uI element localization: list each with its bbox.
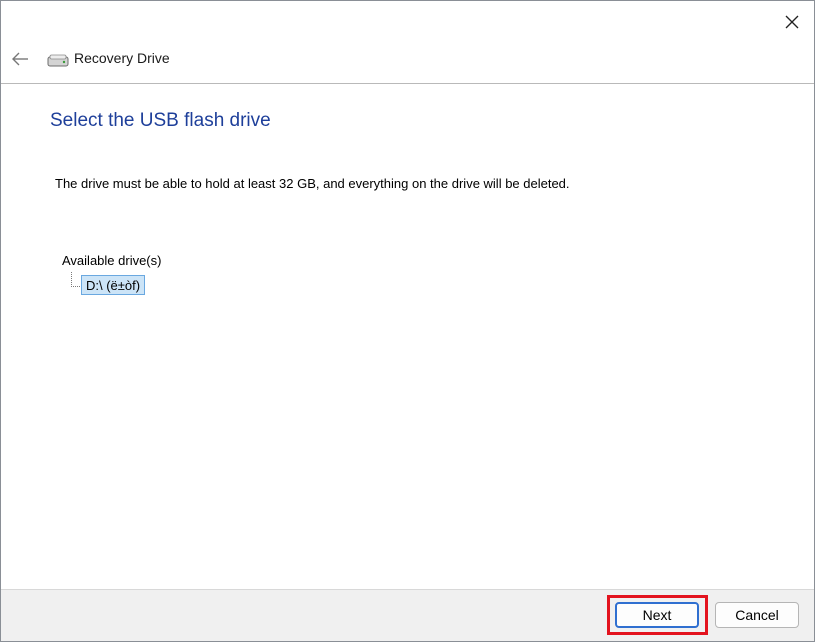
description-text: The drive must be able to hold at least …: [55, 176, 570, 191]
back-button[interactable]: [7, 46, 33, 72]
available-drives-label: Available drive(s): [62, 253, 162, 268]
title-bar: Recovery Drive: [1, 1, 814, 84]
window-title: Recovery Drive: [74, 50, 170, 66]
recovery-drive-window: Recovery Drive Select the USB flash driv…: [0, 0, 815, 642]
next-button[interactable]: Next: [615, 602, 699, 628]
back-arrow-icon: [12, 52, 28, 66]
close-icon: [785, 15, 799, 29]
cancel-button[interactable]: Cancel: [715, 602, 799, 628]
close-button[interactable]: [776, 7, 808, 37]
drive-item-d[interactable]: D:\ (ë±òf): [81, 275, 146, 295]
page-heading: Select the USB flash drive: [50, 110, 271, 131]
drive-icon: [47, 54, 69, 67]
